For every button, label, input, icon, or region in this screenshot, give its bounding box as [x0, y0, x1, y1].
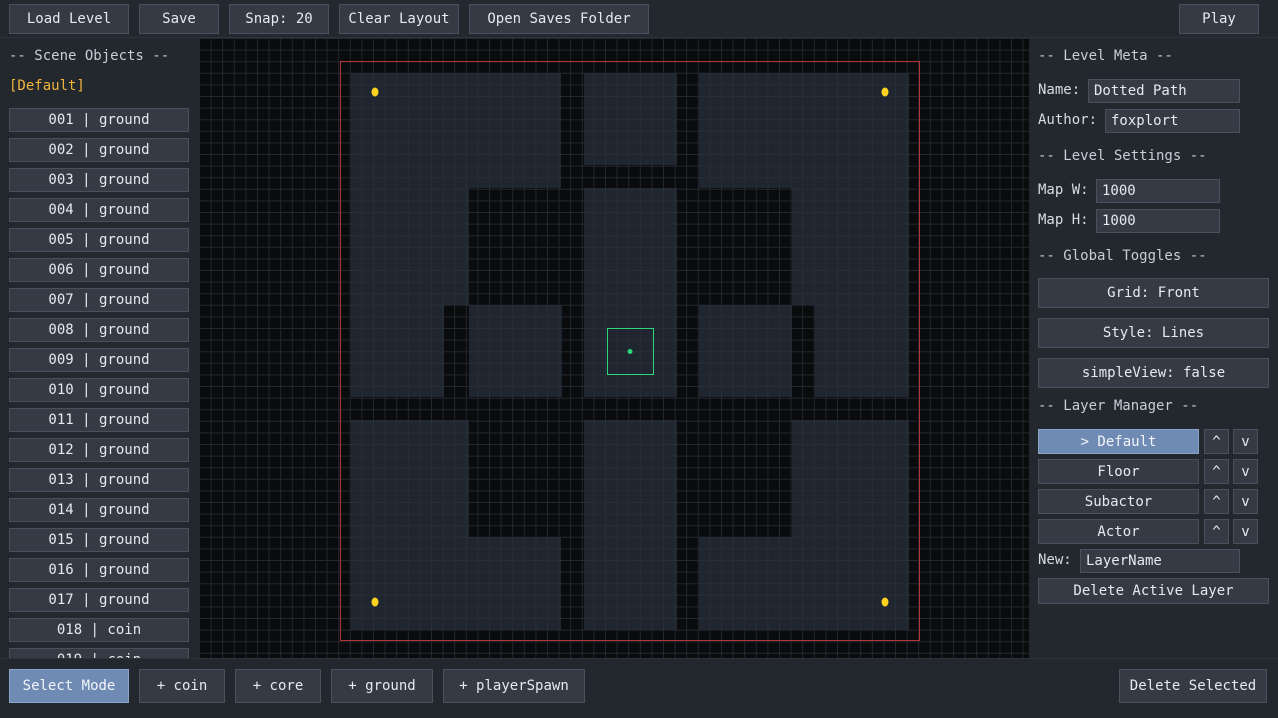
level-name-input[interactable] [1088, 79, 1240, 103]
simple-view-toggle-button[interactable]: simpleView: false [1038, 358, 1269, 388]
layer-item-floor[interactable]: Floor [1038, 459, 1199, 484]
level-settings-heading: -- Level Settings -- [1038, 148, 1207, 164]
scene-object-item[interactable]: 004 | ground [9, 198, 189, 222]
layer-manager-heading: -- Layer Manager -- [1038, 398, 1199, 414]
map-height-input[interactable] [1096, 209, 1220, 233]
snap-button[interactable]: Snap: 20 [229, 4, 329, 34]
scene-object-item[interactable]: 007 | ground [9, 288, 189, 312]
ground-tile [351, 73, 561, 188]
load-level-button[interactable]: Load Level [9, 4, 129, 34]
layer-item-actor[interactable]: Actor [1038, 519, 1199, 544]
scene-object-item[interactable]: 001 | ground [9, 108, 189, 132]
global-toggles-heading: -- Global Toggles -- [1038, 248, 1207, 264]
add-coin-button[interactable]: + coin [139, 669, 225, 703]
open-saves-folder-button[interactable]: Open Saves Folder [469, 4, 649, 34]
save-button[interactable]: Save [139, 4, 219, 34]
layer-item-default[interactable]: > Default [1038, 429, 1199, 454]
layer-move-down-button[interactable]: v [1233, 489, 1258, 514]
active-layer-tag: [Default] [9, 78, 85, 94]
scene-object-item[interactable]: 003 | ground [9, 168, 189, 192]
grid-toggle-button[interactable]: Grid: Front [1038, 278, 1269, 308]
scene-object-item[interactable]: 014 | ground [9, 498, 189, 522]
ground-tile [351, 420, 469, 537]
scene-objects-panel: -- Scene Objects -- [Default] 001 | grou… [0, 38, 199, 658]
map-height-label: Map H: [1038, 212, 1089, 228]
top-toolbar: Load Level Save Snap: 20 Clear Layout Op… [0, 0, 1278, 38]
map-width-label: Map W: [1038, 182, 1089, 198]
clear-layout-button[interactable]: Clear Layout [339, 4, 459, 34]
scene-object-item[interactable]: 009 | ground [9, 348, 189, 372]
layer-move-up-button[interactable]: ^ [1204, 459, 1229, 484]
style-toggle-button[interactable]: Style: Lines [1038, 318, 1269, 348]
scene-object-item[interactable]: 015 | ground [9, 528, 189, 552]
ground-tile [469, 305, 562, 397]
add-ground-button[interactable]: + ground [331, 669, 433, 703]
scene-object-item[interactable]: 006 | ground [9, 258, 189, 282]
level-canvas-svg[interactable] [199, 38, 1029, 658]
add-core-button[interactable]: + core [235, 669, 321, 703]
layer-move-down-button[interactable]: v [1233, 519, 1258, 544]
layer-move-up-button[interactable]: ^ [1204, 519, 1229, 544]
scene-object-item[interactable]: 008 | ground [9, 318, 189, 342]
layer-item-subactor[interactable]: Subactor [1038, 489, 1199, 514]
scene-object-item[interactable]: 010 | ground [9, 378, 189, 402]
scene-objects-heading: -- Scene Objects -- [9, 48, 170, 64]
layer-move-up-button[interactable]: ^ [1204, 489, 1229, 514]
map-width-input[interactable] [1096, 179, 1220, 203]
scene-object-item[interactable]: 011 | ground [9, 408, 189, 432]
delete-active-layer-button[interactable]: Delete Active Layer [1038, 578, 1269, 604]
new-layer-input[interactable] [1080, 549, 1240, 573]
layer-move-down-button[interactable]: v [1233, 429, 1258, 454]
scene-object-item[interactable]: 018 | coin [9, 618, 189, 642]
delete-selected-button[interactable]: Delete Selected [1119, 669, 1267, 703]
ground-tile [351, 305, 444, 397]
scene-object-item[interactable]: 012 | ground [9, 438, 189, 462]
coin-marker [371, 597, 379, 607]
author-input[interactable] [1105, 109, 1240, 133]
coin-marker [371, 87, 379, 97]
ground-tile [699, 73, 909, 188]
properties-panel: -- Level Meta -- Name: Author: -- Level … [1029, 38, 1278, 658]
core-marker [627, 349, 633, 354]
ground-tile [792, 420, 909, 537]
scene-object-item[interactable]: 002 | ground [9, 138, 189, 162]
add-player-spawn-button[interactable]: + playerSpawn [443, 669, 585, 703]
ground-tile [351, 188, 469, 305]
play-button[interactable]: Play [1179, 4, 1259, 34]
new-layer-label: New: [1038, 552, 1072, 568]
ground-tile [815, 305, 909, 397]
coin-marker [881, 597, 889, 607]
select-mode-button[interactable]: Select Mode [9, 669, 129, 703]
coin-marker [881, 87, 889, 97]
name-label: Name: [1038, 82, 1081, 98]
bottom-toolbar: Select Mode + coin + core + ground + pla… [0, 658, 1278, 718]
level-meta-heading: -- Level Meta -- [1038, 48, 1173, 64]
scene-object-item[interactable]: 013 | ground [9, 468, 189, 492]
layer-move-up-button[interactable]: ^ [1204, 429, 1229, 454]
scene-object-item[interactable]: 017 | ground [9, 588, 189, 612]
author-label: Author: [1038, 112, 1098, 128]
level-canvas[interactable] [199, 38, 1029, 658]
scene-object-item[interactable]: 005 | ground [9, 228, 189, 252]
scene-object-item[interactable]: 016 | ground [9, 558, 189, 582]
ground-tile [699, 305, 792, 397]
layer-move-down-button[interactable]: v [1233, 459, 1258, 484]
ground-tile [792, 188, 909, 305]
scene-object-item[interactable]: 019 | coin [9, 648, 189, 658]
